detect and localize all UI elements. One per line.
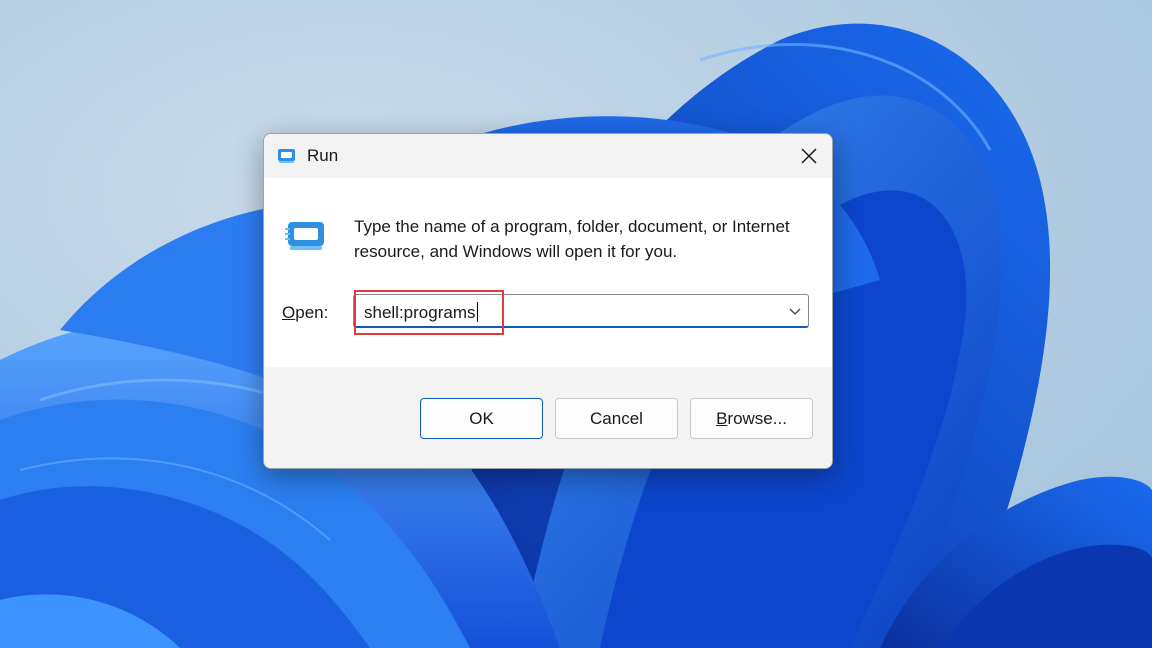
open-input[interactable]: shell:programs (364, 302, 478, 323)
close-icon (801, 148, 817, 164)
run-dialog: Run Type the name of a program, folder, … (263, 133, 833, 469)
browse-button[interactable]: Browse... (690, 398, 813, 439)
desktop: Run Type the name of a program, folder, … (0, 0, 1152, 648)
run-icon (277, 147, 297, 165)
open-label: Open: (282, 303, 328, 323)
dialog-description: Type the name of a program, folder, docu… (354, 217, 790, 261)
close-button[interactable] (786, 134, 832, 178)
open-combobox[interactable]: shell:programs (353, 294, 809, 328)
dropdown-button[interactable] (788, 304, 802, 318)
ok-button[interactable]: OK (420, 398, 543, 439)
dialog-title: Run (307, 146, 339, 165)
button-bar: OK Cancel Browse... (264, 367, 832, 468)
open-label-mnemonic: O (282, 303, 296, 322)
chevron-down-icon (789, 308, 801, 315)
browse-label: rowse... (727, 408, 787, 428)
browse-mnemonic: B (716, 408, 728, 428)
text-caret (476, 302, 478, 322)
cancel-button[interactable]: Cancel (555, 398, 678, 439)
dialog-body: Type the name of a program, folder, docu… (264, 178, 832, 367)
run-icon (284, 220, 328, 252)
open-input-value: shell:programs (364, 303, 476, 322)
title-bar[interactable]: Run (264, 134, 832, 178)
open-label-text: pen: (295, 303, 329, 322)
